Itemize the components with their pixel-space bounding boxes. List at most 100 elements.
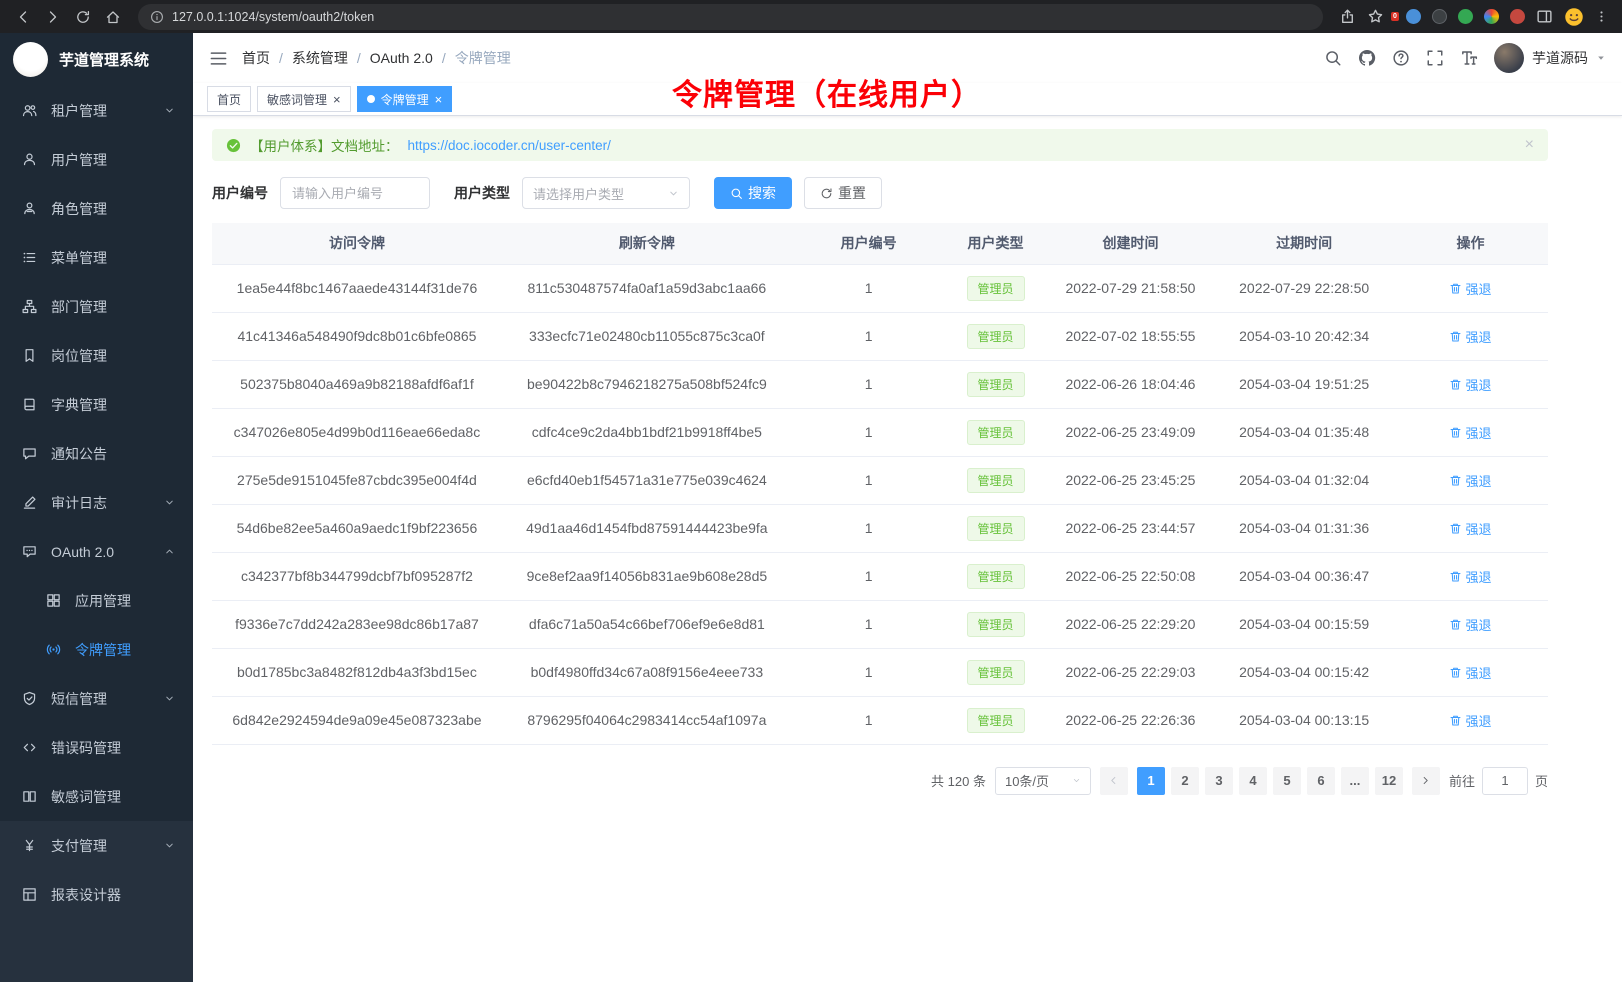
force-logout-button[interactable]: 强退 [1449,615,1491,634]
tab[interactable]: 敏感词管理× [257,86,351,112]
force-logout-button[interactable]: 强退 [1449,423,1491,442]
sidebar-item[interactable]: 报表设计器 [0,870,193,919]
user-id-label: 用户编号 [212,183,268,203]
alert-link[interactable]: https://doc.iocoder.cn/user-center/ [408,138,611,153]
force-logout-button[interactable]: 强退 [1449,519,1491,538]
pagination-page[interactable]: 1 [1137,767,1165,795]
pagination-page[interactable]: 2 [1171,767,1199,795]
user-type-placeholder: 请选择用户类型 [533,184,624,203]
alert-close-icon[interactable]: × [1525,137,1534,153]
site-info-icon[interactable] [150,10,164,24]
tab-close-icon[interactable]: × [435,93,443,106]
pagination-page[interactable]: 5 [1273,767,1301,795]
action-cell: 强退 [1393,552,1548,600]
force-logout-button[interactable]: 强退 [1449,471,1491,490]
sidebar-item-label: 岗位管理 [51,346,175,366]
sidebar-item[interactable]: 菜单管理 [0,233,193,282]
create-time-cell: 2022-06-25 22:26:36 [1046,696,1216,744]
force-logout-button[interactable]: 强退 [1449,567,1491,586]
pagination-page[interactable]: 4 [1239,767,1267,795]
sidebar-item[interactable]: 应用管理 [0,576,193,625]
user-type-badge: 管理员 [967,276,1025,301]
tab[interactable]: 令牌管理× [357,86,453,112]
sidebar-item[interactable]: 审计日志 [0,478,193,527]
user-type-badge: 管理员 [967,372,1025,397]
force-logout-button[interactable]: 强退 [1449,663,1491,682]
user-type-select[interactable]: 请选择用户类型 [522,177,690,209]
browser-reload-button[interactable] [70,4,96,30]
page-size-select[interactable]: 10条/页 [995,767,1091,795]
user-id-input[interactable] [280,177,430,209]
reset-button[interactable]: 重置 [804,177,882,209]
table-row: b0d1785bc3a8482f812db4a3f3bd15ecb0df4980… [212,648,1548,696]
extension-icon[interactable] [1510,9,1525,24]
log-icon [22,495,37,510]
force-logout-button[interactable]: 强退 [1449,375,1491,394]
sidebar-item[interactable]: 部门管理 [0,282,193,331]
search-button[interactable]: 搜索 [714,177,792,209]
sidebar-item[interactable]: 岗位管理 [0,331,193,380]
extension-icon[interactable] [1432,9,1447,24]
browser-forward-button[interactable] [40,4,66,30]
sidebar-item[interactable]: 令牌管理 [0,625,193,674]
force-logout-button[interactable]: 强退 [1449,711,1491,730]
help-icon[interactable] [1392,49,1410,67]
extension-icon[interactable] [1484,9,1499,24]
chevron-down-icon [164,497,175,508]
token-table: 访问令牌刷新令牌用户编号用户类型创建时间过期时间操作 1ea5e44f8bc14… [212,223,1548,745]
breadcrumb-item[interactable]: 首页 [242,48,270,68]
tab-close-icon[interactable]: × [333,93,341,106]
extension-icon[interactable] [1406,9,1421,24]
pagination-next-button[interactable] [1412,767,1440,795]
browser-back-button[interactable] [10,4,36,30]
share-icon[interactable] [1339,8,1356,25]
pagination-page[interactable]: 12 [1375,767,1403,795]
breadcrumb: 首页/系统管理/OAuth 2.0/令牌管理 [242,48,511,68]
bookmark-star-icon[interactable] [1367,8,1384,25]
action-cell: 强退 [1393,696,1548,744]
browser-menu-dots-icon[interactable] [1595,10,1608,23]
tab-label: 首页 [217,91,241,108]
sidebar-item[interactable]: 用户管理 [0,135,193,184]
fullscreen-icon[interactable] [1426,49,1444,67]
breadcrumb-item[interactable]: 系统管理 [292,48,348,68]
breadcrumb-item[interactable]: OAuth 2.0 [370,50,433,66]
force-logout-button[interactable]: 强退 [1449,279,1491,298]
user-menu[interactable]: 芋道源码 [1494,43,1606,73]
sidebar-item-label: 支付管理 [51,836,150,856]
sidebar-item[interactable]: 错误码管理 [0,723,193,772]
split-view-icon[interactable] [1536,8,1553,25]
pagination-page[interactable]: 3 [1205,767,1233,795]
app-logo[interactable]: 芋道管理系统 [0,33,193,86]
github-icon[interactable] [1358,49,1376,67]
sidebar-item[interactable]: 支付管理 [0,821,193,870]
pagination-prev-button[interactable] [1100,767,1128,795]
extension-icon[interactable] [1458,9,1473,24]
report-icon [22,887,37,902]
browser-home-button[interactable] [100,4,126,30]
address-bar[interactable]: 127.0.0.1:1024/system/oauth2/token [138,4,1323,30]
create-time-cell: 2022-06-25 23:44:57 [1046,504,1216,552]
sidebar: 芋道管理系统 租户管理用户管理角色管理菜单管理部门管理岗位管理字典管理通知公告审… [0,33,193,982]
profile-avatar[interactable] [1564,7,1584,27]
text-size-icon[interactable] [1460,49,1478,67]
access-token-cell: f9336e7c7dd242a283ee98dc86b17a87 [212,600,502,648]
force-logout-button[interactable]: 强退 [1449,327,1491,346]
tab[interactable]: 首页 [207,86,251,112]
sidebar-collapse-icon[interactable] [209,49,228,68]
goto-page-input[interactable] [1482,767,1528,795]
sidebar-item[interactable]: 通知公告 [0,429,193,478]
sidebar-item[interactable]: OAuth 2.0 [0,527,193,576]
sidebar-item[interactable]: 字典管理 [0,380,193,429]
sidebar-item[interactable]: 短信管理 [0,674,193,723]
check-circle-icon [226,138,241,153]
sidebar-item[interactable]: 租户管理 [0,86,193,135]
sidebar-item[interactable]: 角色管理 [0,184,193,233]
access-token-cell: 502375b8040a469a9b82188afdf6af1f [212,360,502,408]
url-text: 127.0.0.1:1024/system/oauth2/token [172,10,374,24]
active-tab-dot [367,95,375,103]
sidebar-item[interactable]: 敏感词管理 [0,772,193,821]
search-icon[interactable] [1324,49,1342,67]
pagination-page[interactable]: 6 [1307,767,1335,795]
pagination-ellipsis[interactable]: ... [1341,767,1369,795]
